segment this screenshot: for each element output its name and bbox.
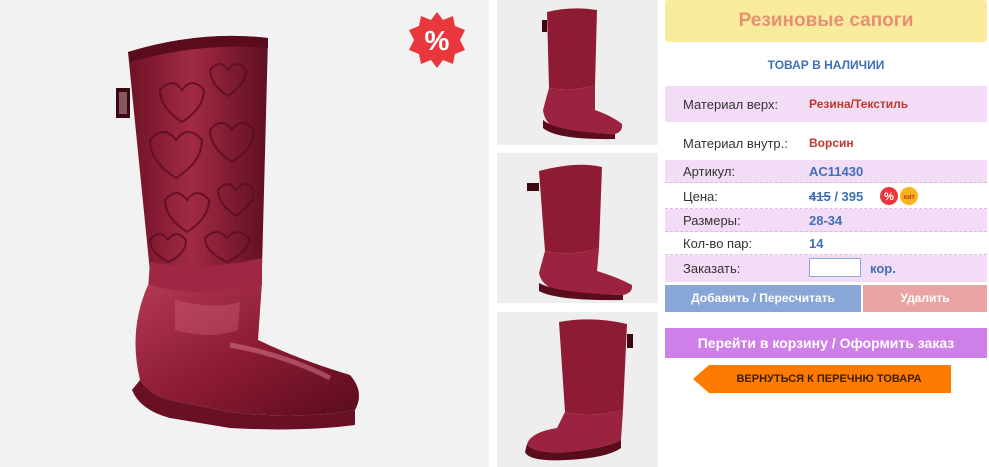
main-product-image[interactable] xyxy=(0,0,489,467)
back-to-list-label: ВЕРНУТЬСЯ К ПЕРЕЧНЮ ТОВАРА xyxy=(736,373,922,385)
delete-button[interactable]: Удалить xyxy=(863,285,987,312)
product-title: Резиновые сапоги xyxy=(738,10,914,31)
boot-illustration xyxy=(116,35,359,430)
material-top-value: Резина/Текстиль xyxy=(809,97,909,111)
thumbnail-2[interactable] xyxy=(497,153,658,303)
title-box: Резиновые сапоги xyxy=(665,0,987,42)
add-recalculate-button[interactable]: Добавить / Пересчитать xyxy=(665,285,861,312)
hit-badge-text: хит xyxy=(903,194,915,201)
spec-row-article: Артикул: AC11430 xyxy=(665,160,987,183)
back-to-list-button[interactable]: ВЕРНУТЬСЯ К ПЕРЕЧНЮ ТОВАРА xyxy=(693,365,951,393)
stock-status: ТОВАР В НАЛИЧИИ xyxy=(767,58,885,72)
spec-row-price: Цена: 415 / 395 % хит xyxy=(665,183,987,209)
sale-badge: % xyxy=(407,10,467,70)
sizes-label: Размеры: xyxy=(683,213,741,228)
product-page: % Резиновые сапоги ТОВАР В НАЛИЧИИ Матер… xyxy=(0,0,989,467)
sale-hit-badges-icon: % хит xyxy=(880,187,918,205)
material-top-label: Материал верх: xyxy=(683,97,779,112)
spec-row-material-top: Материал верх: Резина/Текстиль xyxy=(665,86,987,122)
order-quantity-input[interactable] xyxy=(809,258,861,277)
spec-row-order: Заказать: кор. xyxy=(665,255,987,282)
boot-thumbnail-image xyxy=(527,164,633,301)
spec-row-material-inner: Материал внутр.: Ворсин xyxy=(665,124,987,160)
price-badges: % хит xyxy=(880,186,920,206)
material-inner-value: Ворсин xyxy=(809,136,854,150)
pairs-value: 14 xyxy=(809,236,824,251)
go-to-cart-button[interactable]: Перейти в корзину / Оформить заказ xyxy=(665,328,987,358)
sale-badge-text: % xyxy=(425,25,450,56)
price-new: 395 xyxy=(841,189,864,204)
order-label: Заказать: xyxy=(683,261,741,276)
thumbnail-1[interactable] xyxy=(497,0,658,145)
price-value: 415 / 395 xyxy=(809,189,863,204)
percent-badge-icon: % xyxy=(409,12,465,68)
sizes-value: 28-34 xyxy=(809,213,843,228)
price-label: Цена: xyxy=(683,189,718,204)
boot-thumbnail-image xyxy=(542,8,623,140)
order-unit: кор. xyxy=(870,261,896,276)
article-value: AC11430 xyxy=(809,164,864,179)
boot-thumbnail-image xyxy=(525,319,633,461)
spec-row-pairs: Кол-во пар: 14 xyxy=(665,232,987,255)
sale-mini-badge-text: % xyxy=(884,191,894,203)
price-separator: / xyxy=(830,189,842,204)
spec-row-sizes: Размеры: 28-34 xyxy=(665,209,987,232)
pairs-label: Кол-во пар: xyxy=(683,236,753,251)
price-old: 415 xyxy=(809,189,831,204)
thumbnail-3[interactable] xyxy=(497,312,658,467)
material-inner-label: Материал внутр.: xyxy=(683,136,788,151)
product-info-panel: Резиновые сапоги ТОВАР В НАЛИЧИИ Материа… xyxy=(665,0,987,467)
article-label: Артикул: xyxy=(683,164,736,179)
